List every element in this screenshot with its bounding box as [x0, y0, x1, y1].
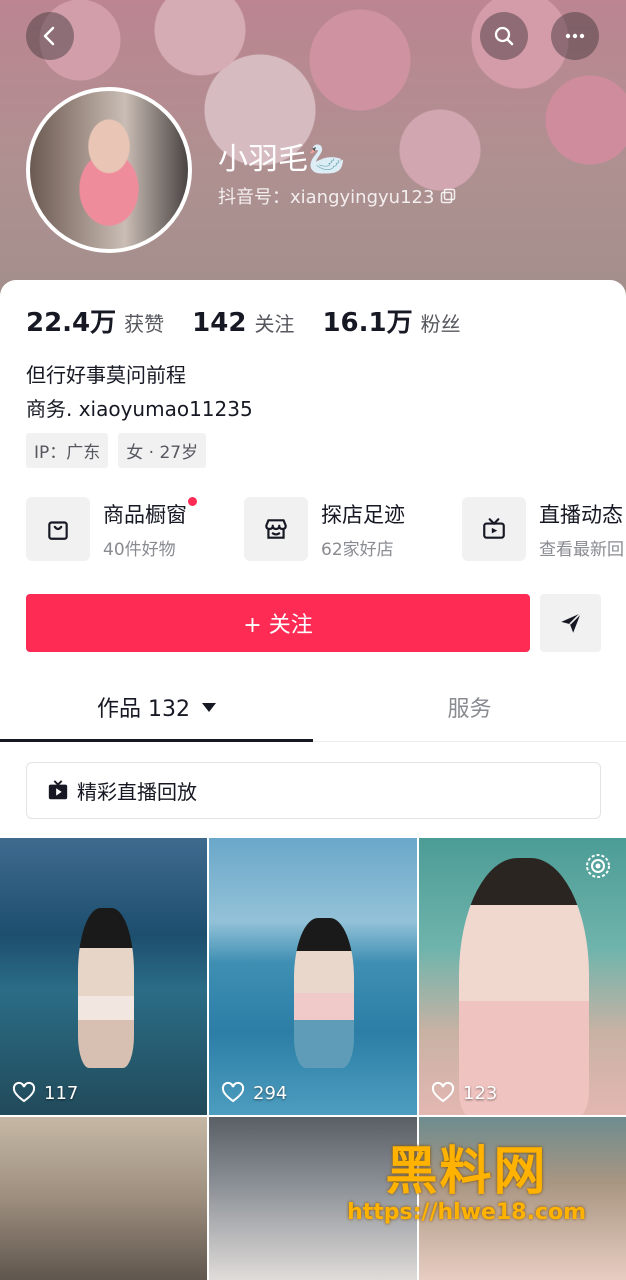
- douyin-id[interactable]: 抖音号：xiangyingyu123: [218, 183, 456, 209]
- like-count: 123: [431, 1081, 497, 1105]
- stat-followers[interactable]: 16.1万 粉丝: [322, 302, 460, 339]
- avatar[interactable]: [26, 87, 192, 253]
- watermark-url: https://hlwe18.com: [347, 1200, 586, 1225]
- gender-age-tag: 女 · 27岁: [118, 433, 207, 468]
- tab-works[interactable]: 作品 132: [0, 672, 313, 742]
- stat-number: 16.1万: [322, 308, 413, 338]
- live-replay-entry[interactable]: 精彩直播回放: [26, 762, 601, 819]
- live-replay-label: 精彩直播回放: [77, 780, 197, 804]
- feature-title: 商品橱窗: [103, 497, 197, 529]
- watermark: 黑料网 https://hlwe18.com: [347, 1129, 586, 1225]
- like-count: 117: [12, 1081, 78, 1105]
- message-button[interactable]: [540, 594, 601, 652]
- stat-label: 获赞: [124, 312, 165, 336]
- video-thumbnail[interactable]: 294: [209, 838, 417, 1115]
- shopping-bag-icon: [26, 497, 90, 561]
- stats-row: 22.4万 获赞 142 关注 16.1万 粉丝: [26, 302, 461, 339]
- heart-icon: [431, 1081, 455, 1103]
- video-thumbnail[interactable]: [0, 1117, 207, 1280]
- feature-store-visits[interactable]: 探店足迹 62家好店: [244, 497, 462, 561]
- douyin-id-text: 抖音号：xiangyingyu123: [218, 187, 435, 208]
- bio: 但行好事莫问前程 商务. xiaoyumao11235: [26, 358, 253, 426]
- tab-works-label: 作品 132: [97, 697, 190, 722]
- ip-location-tag: IP：广东: [26, 433, 109, 468]
- back-arrow-icon: [43, 26, 55, 46]
- search-icon: [494, 26, 514, 46]
- more-dots-icon: [565, 33, 585, 39]
- watermark-title: 黑料网: [385, 1142, 548, 1202]
- nickname: 小羽毛🦢: [218, 142, 346, 177]
- bio-line: 商务. xiaoyumao11235: [26, 397, 253, 421]
- tv-play-icon: [48, 779, 68, 799]
- video-subject: [459, 858, 589, 1115]
- like-count: 294: [221, 1081, 287, 1105]
- feature-live-updates[interactable]: 直播动态 查看最新回: [462, 497, 626, 561]
- content-tabs: 作品 132 服务: [0, 672, 626, 742]
- send-icon: [560, 612, 581, 633]
- tab-active-indicator: [0, 739, 313, 742]
- feature-title: 探店足迹: [321, 502, 405, 527]
- tab-service[interactable]: 服务: [313, 672, 626, 742]
- live-signal-icon: [586, 854, 610, 878]
- stat-label: 关注: [254, 312, 295, 336]
- video-subject: [78, 908, 134, 1068]
- follow-button[interactable]: + 关注: [26, 594, 530, 652]
- heart-icon: [221, 1081, 245, 1103]
- video-thumbnail[interactable]: 123: [419, 838, 626, 1115]
- more-button[interactable]: [551, 12, 599, 60]
- tv-icon: [462, 497, 526, 561]
- feature-entries: 商品橱窗 40件好物 探店足迹 62家好店 直播动态 查看最新回: [26, 497, 626, 561]
- store-icon: [244, 497, 308, 561]
- copy-icon[interactable]: [440, 188, 456, 204]
- feature-subtitle: 查看最新回: [539, 539, 624, 560]
- caret-down-icon: [202, 702, 216, 712]
- bio-line: 但行好事莫问前程: [26, 363, 186, 387]
- stat-following[interactable]: 142 关注: [192, 308, 294, 338]
- feature-shop-window[interactable]: 商品橱窗 40件好物: [26, 497, 244, 561]
- stat-likes[interactable]: 22.4万 获赞: [26, 302, 164, 339]
- stat-number: 142: [192, 308, 247, 338]
- video-subject: [294, 918, 354, 1068]
- search-button[interactable]: [480, 12, 528, 60]
- feature-title: 直播动态: [539, 502, 623, 527]
- feature-subtitle: 62家好店: [321, 539, 394, 560]
- stat-number: 22.4万: [26, 308, 117, 338]
- video-thumbnail[interactable]: 117: [0, 838, 207, 1115]
- heart-icon: [12, 1081, 36, 1103]
- tag-list: IP：广东 女 · 27岁: [26, 433, 207, 468]
- notification-dot: [188, 497, 197, 506]
- stat-label: 粉丝: [420, 312, 461, 336]
- back-button[interactable]: [26, 12, 74, 60]
- feature-subtitle: 40件好物: [103, 539, 176, 560]
